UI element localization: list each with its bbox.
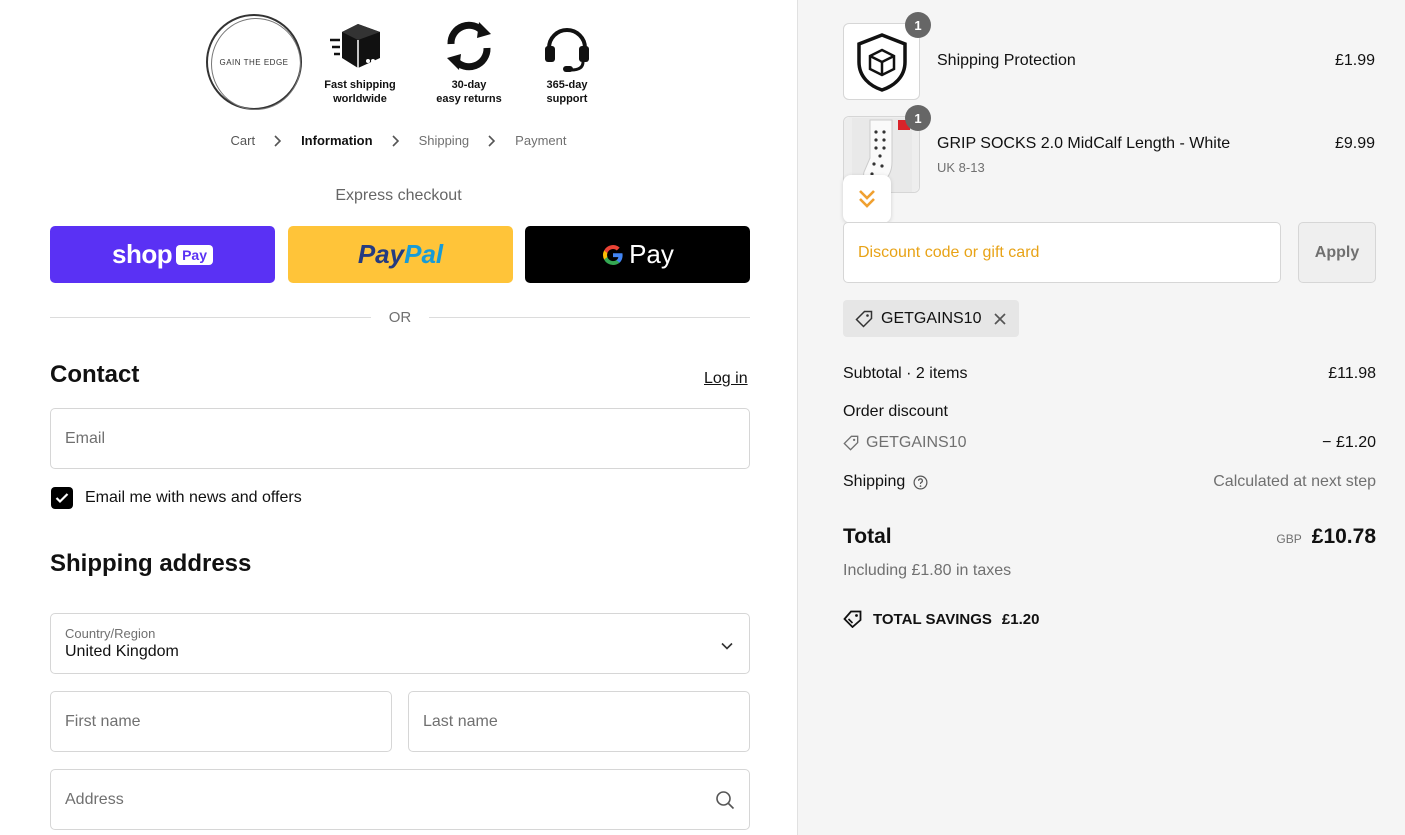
divider-line	[429, 316, 750, 318]
order-summary: 1 Shipping Protection £1.99 1 GRIP SOCKS…	[797, 0, 1405, 835]
badge-label: 365-day support	[546, 79, 588, 105]
search-icon[interactable]	[715, 790, 735, 815]
total-label: Total	[843, 525, 892, 548]
shipping-value: Calculated at next step	[1213, 473, 1376, 490]
breadcrumb: Cart Information Shipping Payment	[0, 133, 797, 148]
quantity-badge: 1	[905, 105, 931, 131]
tag-icon	[855, 310, 873, 328]
tax-note-row: Including £1.80 in taxes	[843, 562, 1376, 580]
shop-pay-button[interactable]: shop Pay	[50, 226, 275, 283]
savings-tag-icon	[843, 610, 863, 628]
subtotal-label: Subtotal · 2 items	[843, 365, 968, 382]
country-select[interactable]: Country/Region United Kingdom	[50, 613, 750, 674]
breadcrumb-shipping: Shipping	[418, 133, 470, 148]
email-field[interactable]: Email	[50, 408, 750, 469]
shipping-row: Shipping Calculated at next step	[843, 473, 1376, 491]
badge-support: 365-day support	[522, 18, 612, 106]
country-value: United Kingdom	[65, 642, 179, 660]
item-price: £1.99	[1334, 52, 1375, 69]
brand-logo[interactable]: GAIN THE EDGE	[206, 14, 302, 110]
discount-code-row: GETGAINS10 − £1.20	[843, 434, 1376, 452]
paypal-wordmark-pal: Pal	[404, 239, 444, 269]
shipping-address-heading: Shipping address	[50, 550, 252, 577]
breadcrumb-payment: Payment	[515, 133, 567, 148]
badge-label: Fast shipping worldwide	[324, 79, 396, 105]
shield-box-icon	[844, 24, 919, 99]
express-checkout-title: Express checkout	[335, 187, 462, 204]
discount-value: − £1.20	[1322, 434, 1376, 451]
order-discount-label: Order discount	[843, 403, 948, 420]
badge-easy-returns: 30-day easy returns	[424, 18, 514, 106]
divider-line	[50, 316, 371, 318]
last-name-field[interactable]: Last name	[408, 691, 750, 752]
chevron-down-icon	[721, 637, 733, 655]
headset-icon	[522, 18, 612, 74]
item-variant: UK 8-13	[937, 160, 985, 175]
paypal-wordmark-pay: Pay	[357, 239, 405, 269]
login-link[interactable]: Log in	[704, 370, 748, 388]
item-price: £9.99	[1334, 135, 1375, 152]
savings-label: TOTAL SAVINGS	[873, 610, 992, 628]
newsletter-label: Email me with news and offers	[85, 489, 302, 506]
total-row: Total GBP £10.78	[843, 525, 1376, 549]
savings-value: £1.20	[1001, 610, 1040, 628]
google-pay-wordmark: Pay	[629, 239, 674, 269]
box-icon	[315, 18, 405, 74]
discount-placeholder: Discount code or gift card	[858, 243, 1040, 261]
help-icon[interactable]	[913, 475, 928, 490]
checkmark-icon	[55, 493, 69, 504]
item-thumbnail-shipping-protection: 1	[843, 12, 931, 100]
address-field[interactable]: Address	[50, 769, 750, 830]
order-discount-row: Order discount	[843, 403, 1376, 421]
breadcrumb-information: Information	[301, 133, 373, 148]
item-name: GRIP SOCKS 2.0 MidCalf Length - White	[937, 135, 1231, 152]
badge-label: 30-day easy returns	[436, 79, 502, 105]
breadcrumb-cart[interactable]: Cart	[229, 133, 258, 148]
applied-discount-chip: GETGAINS10	[843, 300, 1020, 337]
email-placeholder: Email	[65, 429, 106, 447]
total-savings: TOTAL SAVINGS £1.20	[843, 610, 1039, 628]
apply-button[interactable]: Apply	[1298, 222, 1376, 283]
paypal-button[interactable]: Pay Pal	[288, 226, 513, 283]
subtotal-row: Subtotal · 2 items £11.98	[843, 365, 1376, 383]
shop-pay-tag: Pay	[176, 244, 214, 265]
checkout-page: GAIN THE EDGE Fast shipping worldwide 30…	[0, 0, 1405, 835]
contact-heading: Contact	[50, 361, 140, 388]
total-value: £10.78	[1311, 525, 1376, 548]
discount-code-label: GETGAINS10	[866, 434, 967, 451]
shop-pay-wordmark: shop	[111, 239, 173, 269]
quantity-badge: 1	[905, 12, 931, 38]
tax-note: Including £1.80 in taxes	[843, 562, 1012, 579]
double-chevron-down-icon	[859, 190, 875, 208]
chevron-right-icon	[389, 134, 403, 147]
chevron-right-icon	[485, 134, 499, 147]
last-name-placeholder: Last name	[423, 712, 498, 730]
newsletter-option[interactable]: Email me with news and offers	[51, 487, 302, 509]
first-name-placeholder: First name	[65, 712, 141, 730]
or-label: OR	[388, 308, 412, 326]
newsletter-checkbox[interactable]	[51, 487, 73, 509]
remove-discount-icon[interactable]	[993, 312, 1007, 326]
first-name-field[interactable]: First name	[50, 691, 392, 752]
logo-text: GAIN THE EDGE	[219, 57, 289, 67]
discount-code-input[interactable]: Discount code or gift card	[843, 222, 1281, 283]
tag-icon	[843, 435, 859, 451]
badge-fast-shipping: Fast shipping worldwide	[315, 18, 405, 106]
google-pay-button[interactable]: Pay	[525, 226, 750, 283]
google-g-icon	[601, 243, 625, 267]
checkout-main: GAIN THE EDGE Fast shipping worldwide 30…	[0, 0, 797, 835]
chevron-right-icon	[271, 134, 285, 147]
refresh-icon	[424, 18, 514, 74]
shipping-label: Shipping	[843, 473, 906, 490]
scroll-down-button[interactable]	[843, 175, 891, 223]
applied-code: GETGAINS10	[881, 309, 982, 327]
or-divider: OR	[50, 306, 750, 328]
country-label: Country/Region	[65, 625, 156, 641]
item-name: Shipping Protection	[937, 52, 1076, 69]
subtotal-value: £11.98	[1328, 365, 1376, 382]
currency-code: GBP	[1276, 532, 1302, 546]
address-placeholder: Address	[65, 790, 124, 808]
